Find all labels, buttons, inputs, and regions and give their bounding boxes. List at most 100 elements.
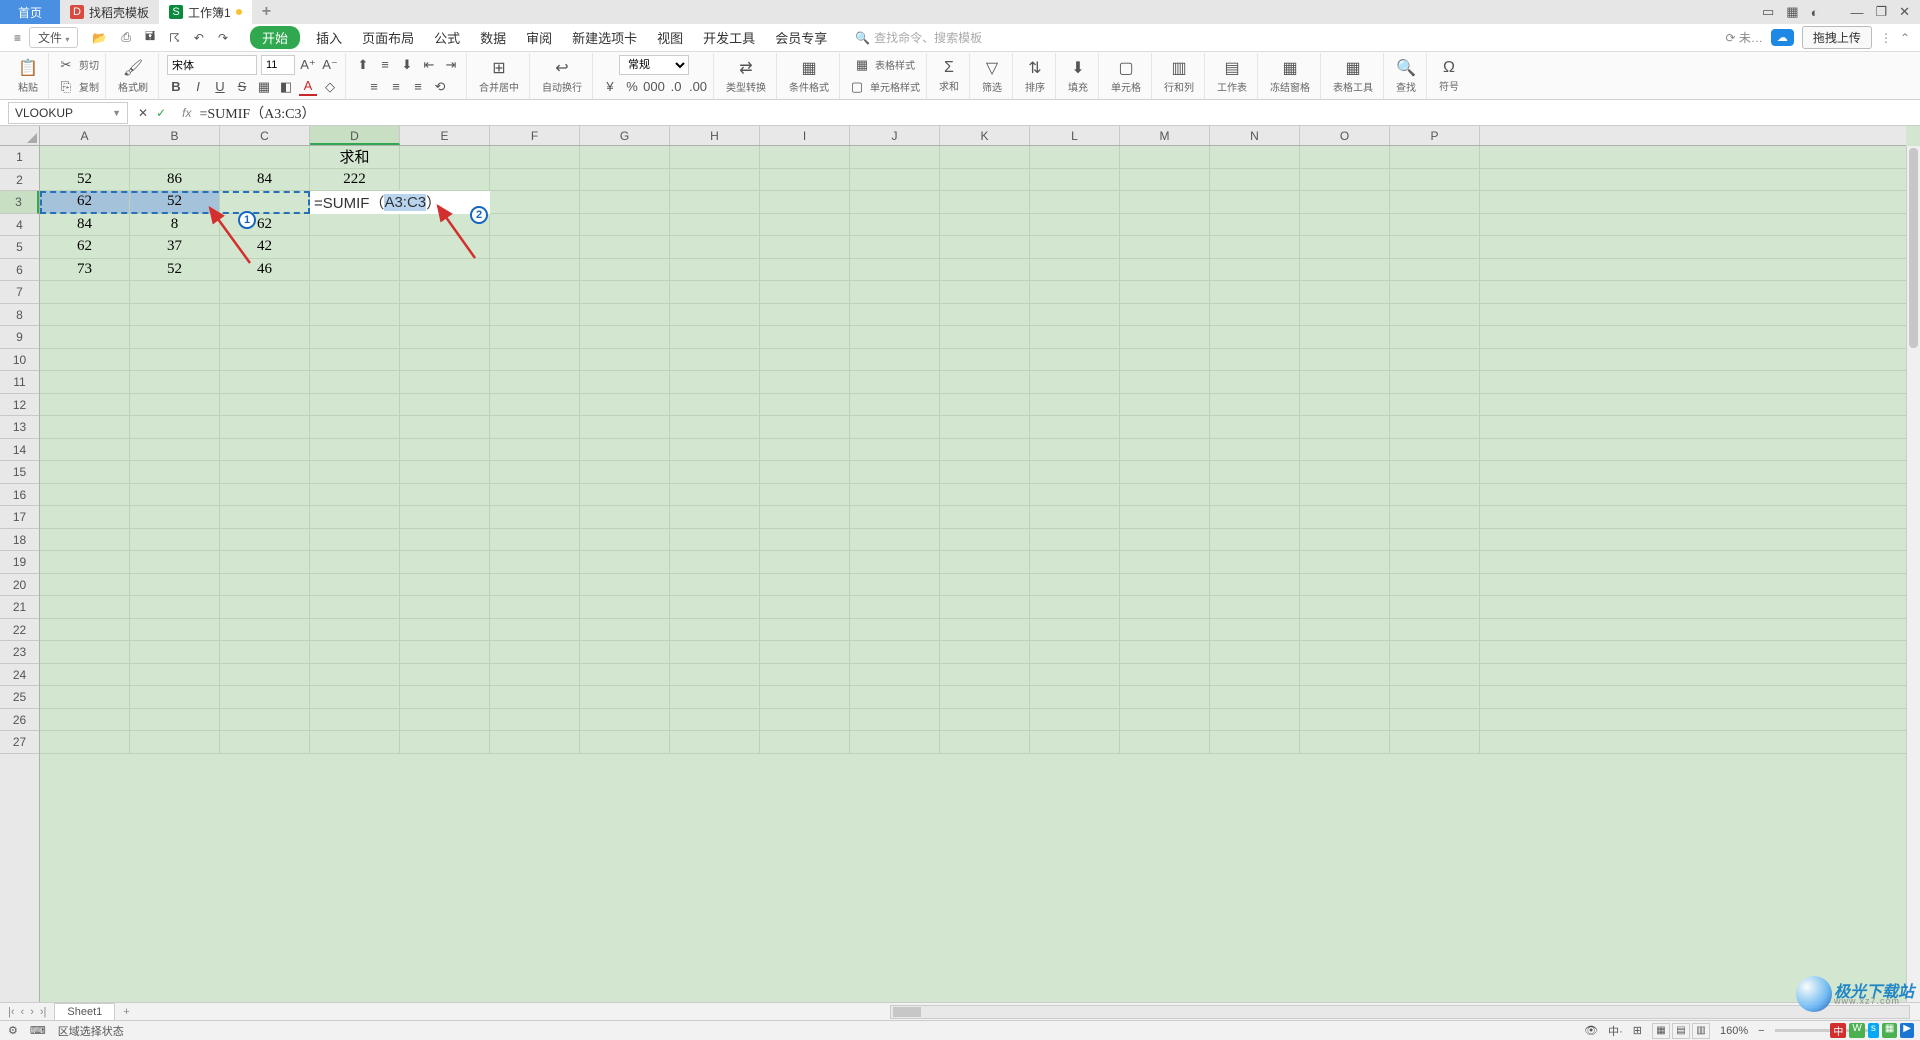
cell[interactable]: [940, 461, 1030, 483]
sheet-tab-sheet1[interactable]: Sheet1: [54, 1003, 115, 1020]
cell[interactable]: [1030, 529, 1120, 551]
dec-dec-icon[interactable]: .00: [689, 78, 707, 96]
row-header-8[interactable]: 8: [0, 304, 39, 327]
cell[interactable]: [490, 596, 580, 618]
decrease-font-icon[interactable]: A⁻: [321, 56, 339, 74]
cell[interactable]: [760, 574, 850, 596]
cell[interactable]: [760, 484, 850, 506]
cell[interactable]: 8: [130, 214, 220, 236]
undo-icon[interactable]: ↶: [190, 29, 208, 47]
font-name-select[interactable]: [167, 55, 257, 75]
cell[interactable]: [1300, 709, 1390, 731]
sort-button[interactable]: ⇅排序: [1021, 58, 1049, 94]
cell[interactable]: [490, 664, 580, 686]
cell[interactable]: [1390, 259, 1480, 281]
cell[interactable]: [850, 439, 940, 461]
cell[interactable]: [850, 551, 940, 573]
cell[interactable]: [580, 686, 670, 708]
cell[interactable]: [670, 416, 760, 438]
cell[interactable]: [1030, 259, 1120, 281]
cell[interactable]: [1390, 281, 1480, 303]
cell[interactable]: [850, 596, 940, 618]
cell[interactable]: [1300, 551, 1390, 573]
col-header-A[interactable]: A: [40, 126, 130, 145]
cell[interactable]: [760, 709, 850, 731]
cell[interactable]: [670, 551, 760, 573]
cell[interactable]: [1210, 191, 1300, 213]
cell[interactable]: [490, 439, 580, 461]
normal-view-icon[interactable]: ▦: [1652, 1023, 1670, 1039]
cell[interactable]: [1210, 169, 1300, 191]
cell[interactable]: [1210, 596, 1300, 618]
cell[interactable]: [670, 506, 760, 528]
cell[interactable]: [130, 326, 220, 348]
currency-icon[interactable]: ¥: [601, 78, 619, 96]
cell[interactable]: [310, 236, 400, 258]
cell[interactable]: [130, 484, 220, 506]
cell[interactable]: [220, 506, 310, 528]
cell[interactable]: [1030, 326, 1120, 348]
col-header-B[interactable]: B: [130, 126, 220, 145]
cell[interactable]: 62: [220, 214, 310, 236]
cell[interactable]: [130, 529, 220, 551]
maximize-button[interactable]: ❐: [1875, 4, 1887, 20]
tab-data[interactable]: 数据: [476, 26, 510, 49]
align-center-icon[interactable]: ≡: [387, 78, 405, 96]
cell[interactable]: [40, 439, 130, 461]
cell[interactable]: [1300, 191, 1390, 213]
cell[interactable]: [670, 214, 760, 236]
cell[interactable]: [400, 281, 490, 303]
cell[interactable]: [1120, 304, 1210, 326]
cell[interactable]: [580, 506, 670, 528]
cell[interactable]: [670, 191, 760, 213]
cell[interactable]: [1210, 506, 1300, 528]
cell[interactable]: [850, 416, 940, 438]
cell[interactable]: [490, 146, 580, 168]
cell[interactable]: [1300, 416, 1390, 438]
cell[interactable]: [940, 326, 1030, 348]
increase-font-icon[interactable]: A⁺: [299, 56, 317, 74]
cell[interactable]: [220, 281, 310, 303]
close-button[interactable]: ✕: [1899, 4, 1910, 20]
row-header-21[interactable]: 21: [0, 596, 39, 619]
cell[interactable]: [760, 551, 850, 573]
cell[interactable]: [1120, 596, 1210, 618]
cell[interactable]: [670, 326, 760, 348]
cell[interactable]: [1210, 641, 1300, 663]
cell[interactable]: [1390, 236, 1480, 258]
row-header-14[interactable]: 14: [0, 439, 39, 462]
cell[interactable]: [670, 259, 760, 281]
cell[interactable]: [1300, 146, 1390, 168]
col-header-C[interactable]: C: [220, 126, 310, 145]
cell[interactable]: 86: [130, 169, 220, 191]
cell[interactable]: [1390, 484, 1480, 506]
cell[interactable]: [130, 686, 220, 708]
cell[interactable]: [400, 686, 490, 708]
sheet-prev-icon[interactable]: ‹: [21, 1006, 25, 1018]
cell[interactable]: [310, 664, 400, 686]
table-tools-button[interactable]: ▦表格工具: [1329, 58, 1377, 94]
cell[interactable]: [220, 484, 310, 506]
tab-custom[interactable]: 新建选项卡: [568, 26, 641, 49]
more-icon[interactable]: ⋮: [1880, 31, 1892, 45]
col-header-H[interactable]: H: [670, 126, 760, 145]
cell[interactable]: [1030, 664, 1120, 686]
cell[interactable]: 62: [40, 236, 130, 258]
page-view-icon[interactable]: ▤: [1672, 1023, 1690, 1039]
save-icon[interactable]: 🖬: [141, 25, 159, 50]
cell[interactable]: [1030, 281, 1120, 303]
align-top-icon[interactable]: ⬆: [354, 56, 372, 74]
user-icon[interactable]: ◐: [1811, 5, 1819, 20]
cell[interactable]: [400, 416, 490, 438]
file-menu[interactable]: 文件 ▾: [29, 27, 78, 48]
cell[interactable]: [1030, 394, 1120, 416]
horizontal-scrollbar[interactable]: [890, 1005, 1910, 1019]
cell[interactable]: [580, 596, 670, 618]
cell[interactable]: [400, 731, 490, 753]
cell[interactable]: [310, 574, 400, 596]
row-header-10[interactable]: 10: [0, 349, 39, 372]
cell[interactable]: [760, 146, 850, 168]
cell[interactable]: 52: [130, 191, 220, 213]
tab-devtools[interactable]: 开发工具: [699, 26, 759, 49]
clear-format-icon[interactable]: ◇: [321, 78, 339, 96]
